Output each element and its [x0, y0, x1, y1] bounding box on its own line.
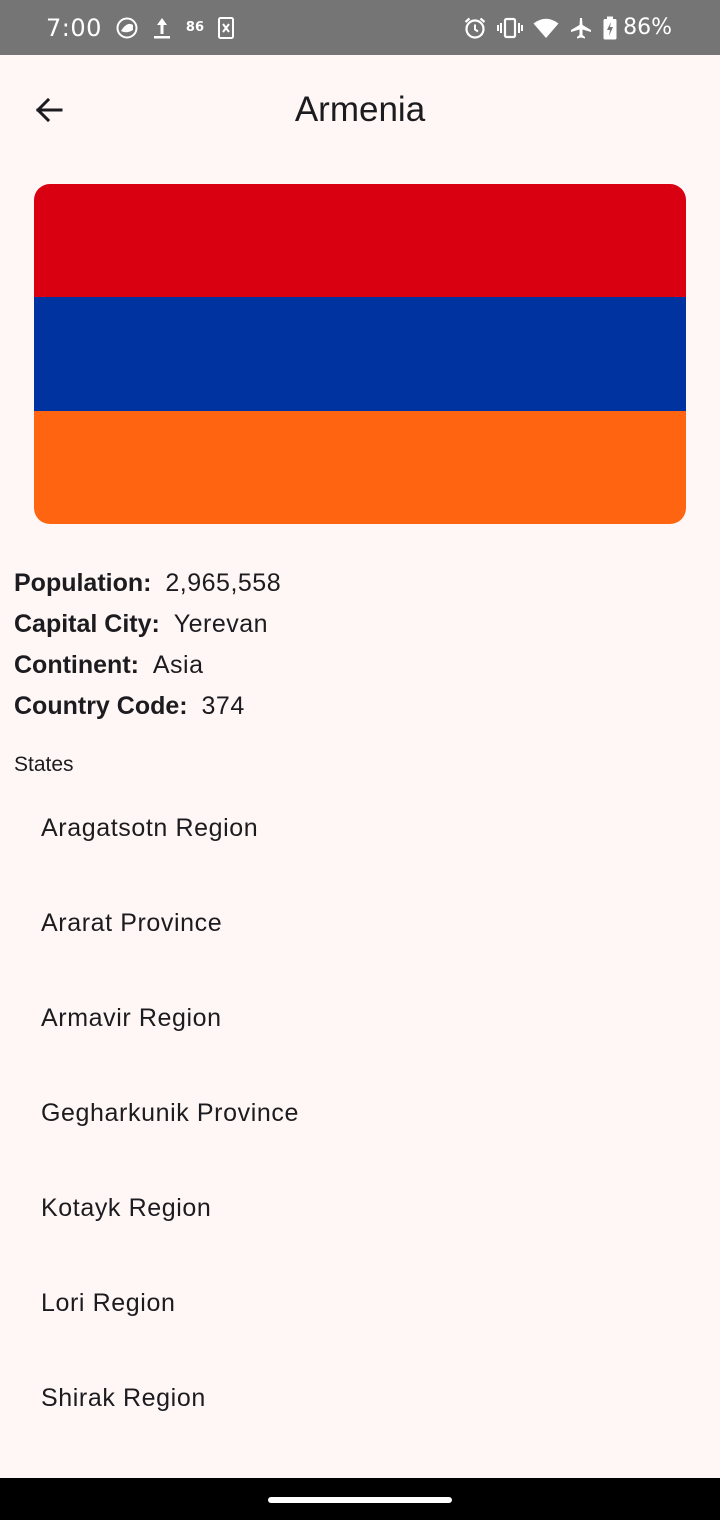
app-notification-icon [116, 17, 138, 39]
population-label: Population: [14, 569, 152, 597]
country-code-value: 374 [201, 692, 245, 720]
capital-row: Capital City: Yerevan [14, 604, 704, 645]
download-icon [152, 16, 172, 40]
app-bar: Armenia [0, 55, 720, 165]
capital-value: Yerevan [173, 610, 269, 638]
notification-badge-count: 86 [185, 20, 204, 35]
flag-stripe-middle [34, 297, 686, 411]
flag-stripe-bottom [34, 410, 686, 524]
population-value: 2,965,558 [165, 569, 282, 597]
states-list: Aragatsotn Region Ararat Province Armavi… [0, 781, 720, 1446]
states-header: States [14, 753, 74, 776]
continent-row: Continent: Asia [14, 645, 704, 686]
country-details: Population: 2,965,558 Capital City: Yere… [14, 563, 704, 727]
clipboard-icon [218, 16, 234, 39]
state-item[interactable]: Lori Region [0, 1256, 720, 1351]
status-bar: 7:00 86 86% [0, 0, 720, 55]
wifi-icon [533, 17, 559, 39]
navigation-bar [0, 1478, 720, 1520]
notification-icons: 86 [116, 16, 234, 40]
status-left: 7:00 86 [46, 0, 234, 55]
state-item[interactable]: Gegharkunik Province [0, 1066, 720, 1161]
country-flag [34, 184, 686, 524]
country-code-row: Country Code: 374 [14, 686, 704, 727]
status-time: 7:00 [46, 13, 102, 42]
country-code-label: Country Code: [14, 692, 188, 720]
battery-percent: 86% [623, 15, 672, 40]
badge-icon: 86 [186, 20, 204, 35]
status-right: 86% [463, 0, 672, 55]
state-item[interactable]: Kotayk Region [0, 1161, 720, 1256]
state-item[interactable]: Armavir Region [0, 971, 720, 1066]
state-item[interactable]: Aragatsotn Region [0, 781, 720, 876]
home-gesture-handle[interactable] [268, 1497, 452, 1503]
capital-label: Capital City: [14, 610, 160, 638]
page-title: Armenia [294, 90, 426, 129]
continent-label: Continent: [14, 651, 139, 679]
flag-stripe-top [34, 184, 686, 298]
vibrate-icon [497, 16, 524, 40]
alarm-icon [463, 16, 487, 40]
battery-icon [603, 16, 617, 40]
state-item[interactable]: Shirak Region [0, 1351, 720, 1446]
continent-value: Asia [152, 651, 204, 679]
state-item[interactable]: Ararat Province [0, 876, 720, 971]
airplane-icon [569, 16, 593, 40]
population-row: Population: 2,965,558 [14, 563, 704, 604]
